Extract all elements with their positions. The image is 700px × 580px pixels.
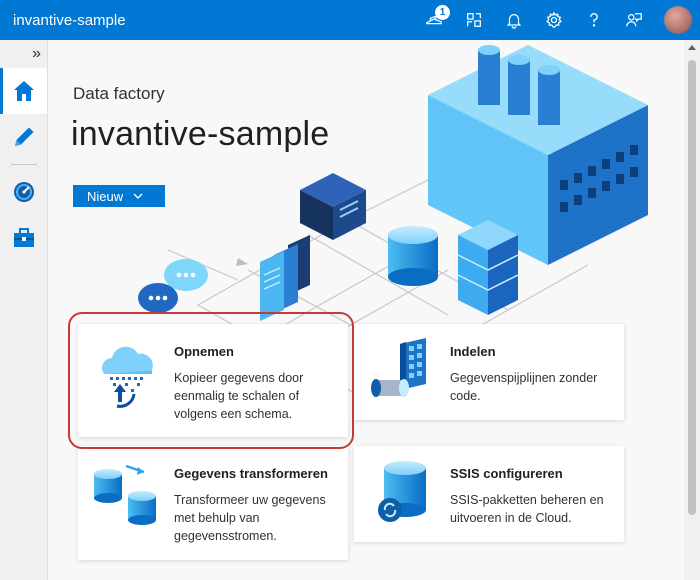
- top-icons: 1: [414, 0, 700, 40]
- home-icon: [13, 81, 34, 101]
- left-nav: »: [0, 40, 48, 580]
- scroll-thumb[interactable]: [688, 60, 696, 515]
- nav-separator: [10, 164, 37, 165]
- monitor-gauge-icon: [13, 182, 34, 202]
- new-button-label: Nieuw: [87, 188, 124, 204]
- card-transform[interactable]: Gegevens transformeren Transformeer uw g…: [78, 446, 348, 560]
- bell-icon[interactable]: [494, 0, 534, 40]
- card-ssis-desc: SSIS-pakketten beheren en uitvoeren in d…: [450, 493, 604, 525]
- card-orchestrate-desc: Gegevenspijplijnen zonder code.: [450, 371, 598, 403]
- toolbox-icon: [13, 228, 34, 247]
- pencil-icon: [14, 127, 33, 146]
- notifications-icon[interactable]: 1: [414, 0, 454, 40]
- gear-icon[interactable]: [534, 0, 574, 40]
- card-transform-title: Gegevens transformeren: [174, 466, 328, 481]
- page-title: invantive-sample: [71, 115, 330, 153]
- ssis-database-icon: [378, 461, 426, 522]
- switch-directory-icon[interactable]: [454, 0, 494, 40]
- nav-expand-button[interactable]: »: [0, 40, 47, 68]
- scroll-up-arrow-icon[interactable]: [688, 45, 696, 50]
- highlight-outline: [68, 312, 354, 449]
- card-orchestrate[interactable]: Indelen Gegevenspijplijnen zonder code.: [354, 324, 624, 420]
- nav-item-manage[interactable]: [0, 215, 47, 261]
- help-icon[interactable]: [574, 0, 614, 40]
- chevron-down-icon: [133, 193, 143, 199]
- card-orchestrate-title: Indelen: [450, 344, 496, 359]
- feedback-icon[interactable]: [614, 0, 654, 40]
- notification-badge: 1: [435, 5, 450, 20]
- avatar[interactable]: [664, 6, 692, 34]
- new-button[interactable]: Nieuw: [73, 185, 165, 207]
- nav-item-home[interactable]: [0, 68, 47, 114]
- top-bar: invantive-sample 1: [0, 0, 700, 40]
- card-transform-desc: Transformeer uw gegevens met behulp van …: [174, 493, 326, 543]
- main-content: Data factory invantive-sample Nieuw Opne…: [48, 40, 684, 580]
- card-ssis-title: SSIS configureren: [450, 466, 563, 481]
- pipeline-orchestrate-icon: [371, 338, 426, 397]
- nav-item-monitor[interactable]: [0, 169, 47, 215]
- main-scrollbar[interactable]: [684, 40, 700, 580]
- app-title[interactable]: invantive-sample: [0, 12, 414, 29]
- page-subtitle: Data factory: [73, 84, 165, 103]
- nav-item-author[interactable]: [0, 114, 47, 160]
- card-ssis[interactable]: SSIS configureren SSIS-pakketten beheren…: [354, 446, 624, 542]
- transform-data-icon: [94, 464, 156, 525]
